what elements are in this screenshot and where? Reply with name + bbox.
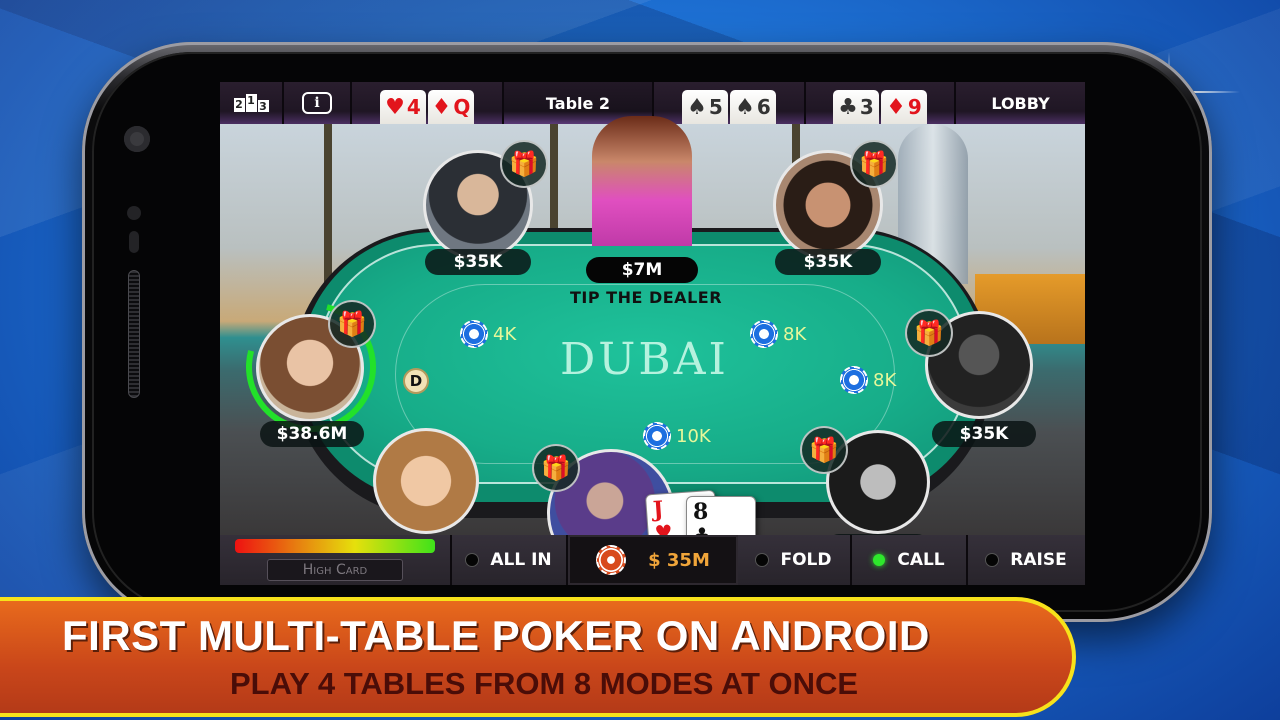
- radio-indicator: [986, 554, 999, 566]
- table-name: DUBAI: [560, 334, 729, 385]
- hand-strength-meter: [235, 539, 435, 553]
- chip-icon: [840, 366, 868, 394]
- mini-card: ♠ 5: [682, 90, 728, 124]
- camera-icon: [124, 126, 150, 152]
- player-bet: 8K: [750, 320, 806, 348]
- player-bet: 4K: [460, 320, 516, 348]
- poker-table-scene: DUBAI $7M TIP THE DEALER 🎁 $35K 4K 🎁 $35…: [220, 116, 1085, 585]
- chip-icon: [750, 320, 778, 348]
- banner-subtitle: PLAY 4 TABLES FROM 8 MODES AT ONCE: [230, 666, 859, 701]
- radio-indicator-selected: [873, 554, 886, 566]
- table-tab-4[interactable]: ♣ 3 ♦ 9: [806, 82, 956, 124]
- leaderboard-button[interactable]: 2 1 3: [220, 82, 284, 124]
- raise-button[interactable]: RAISE: [968, 535, 1085, 585]
- mini-card: ♣ 3: [833, 90, 879, 124]
- info-button[interactable]: i: [284, 82, 352, 124]
- player-stack: $35K: [425, 249, 531, 275]
- tip-dealer-button[interactable]: TIP THE DEALER: [570, 288, 722, 307]
- hand-strength-panel: High Card: [220, 535, 452, 585]
- hand-name: High Card: [267, 559, 403, 581]
- action-bar: High Card ALL IN $ 35M FOLD CALL RAISE: [220, 535, 1085, 585]
- player-stack: $38.6M: [260, 421, 364, 447]
- call-button[interactable]: CALL: [852, 535, 968, 585]
- radio-indicator: [466, 554, 479, 566]
- sensor: [127, 206, 141, 220]
- mini-card: ♦ Q: [428, 90, 474, 124]
- table-tab-1[interactable]: ♥ 4 ♦ Q: [352, 82, 504, 124]
- hero-bet: 10K: [643, 422, 711, 450]
- chip-icon: [460, 320, 488, 348]
- gift-icon[interactable]: 🎁: [800, 426, 848, 474]
- bet-amount-display: $ 35M: [568, 535, 738, 585]
- chip-icon: [596, 545, 627, 575]
- mini-card: ♠ 6: [730, 90, 776, 124]
- gift-icon[interactable]: 🎁: [328, 300, 376, 348]
- player-avatar-bottom-left[interactable]: [373, 428, 479, 534]
- gift-icon[interactable]: 🎁: [500, 140, 548, 188]
- mini-card: ♥ 4: [380, 90, 426, 124]
- chip-icon: [643, 422, 671, 450]
- table-tab-3[interactable]: ♠ 5 ♠ 6: [654, 82, 806, 124]
- info-icon: i: [302, 92, 332, 114]
- podium-icon: 2 1 3: [233, 94, 269, 113]
- player-stack: $35K: [932, 421, 1036, 447]
- dealer-avatar[interactable]: [592, 116, 692, 246]
- game-screen: 2 1 3 i ♥ 4 ♦ Q Table 2 ♠ 5 ♠ 6 ♣ 3 ♦ 9 …: [220, 82, 1085, 585]
- fold-button[interactable]: FOLD: [738, 535, 852, 585]
- all-in-button[interactable]: ALL IN: [452, 535, 568, 585]
- dealer-chip-count: $7M: [586, 257, 698, 283]
- gift-icon[interactable]: 🎁: [850, 140, 898, 188]
- table-tab-label: Table 2: [545, 93, 611, 113]
- lobby-button[interactable]: LOBBY: [956, 82, 1085, 124]
- banner-title: FIRST MULTI-TABLE POKER ON ANDROID: [62, 612, 930, 659]
- gift-icon[interactable]: 🎁: [905, 309, 953, 357]
- gift-icon[interactable]: 🎁: [532, 444, 580, 492]
- dealer-button: D: [403, 368, 429, 394]
- player-bet: 8K: [840, 366, 896, 394]
- speaker-grille: [128, 270, 140, 398]
- radio-indicator: [756, 554, 769, 566]
- sensor: [129, 231, 139, 253]
- player-stack: $35K: [775, 249, 881, 275]
- mini-card: ♦ 9: [881, 90, 927, 124]
